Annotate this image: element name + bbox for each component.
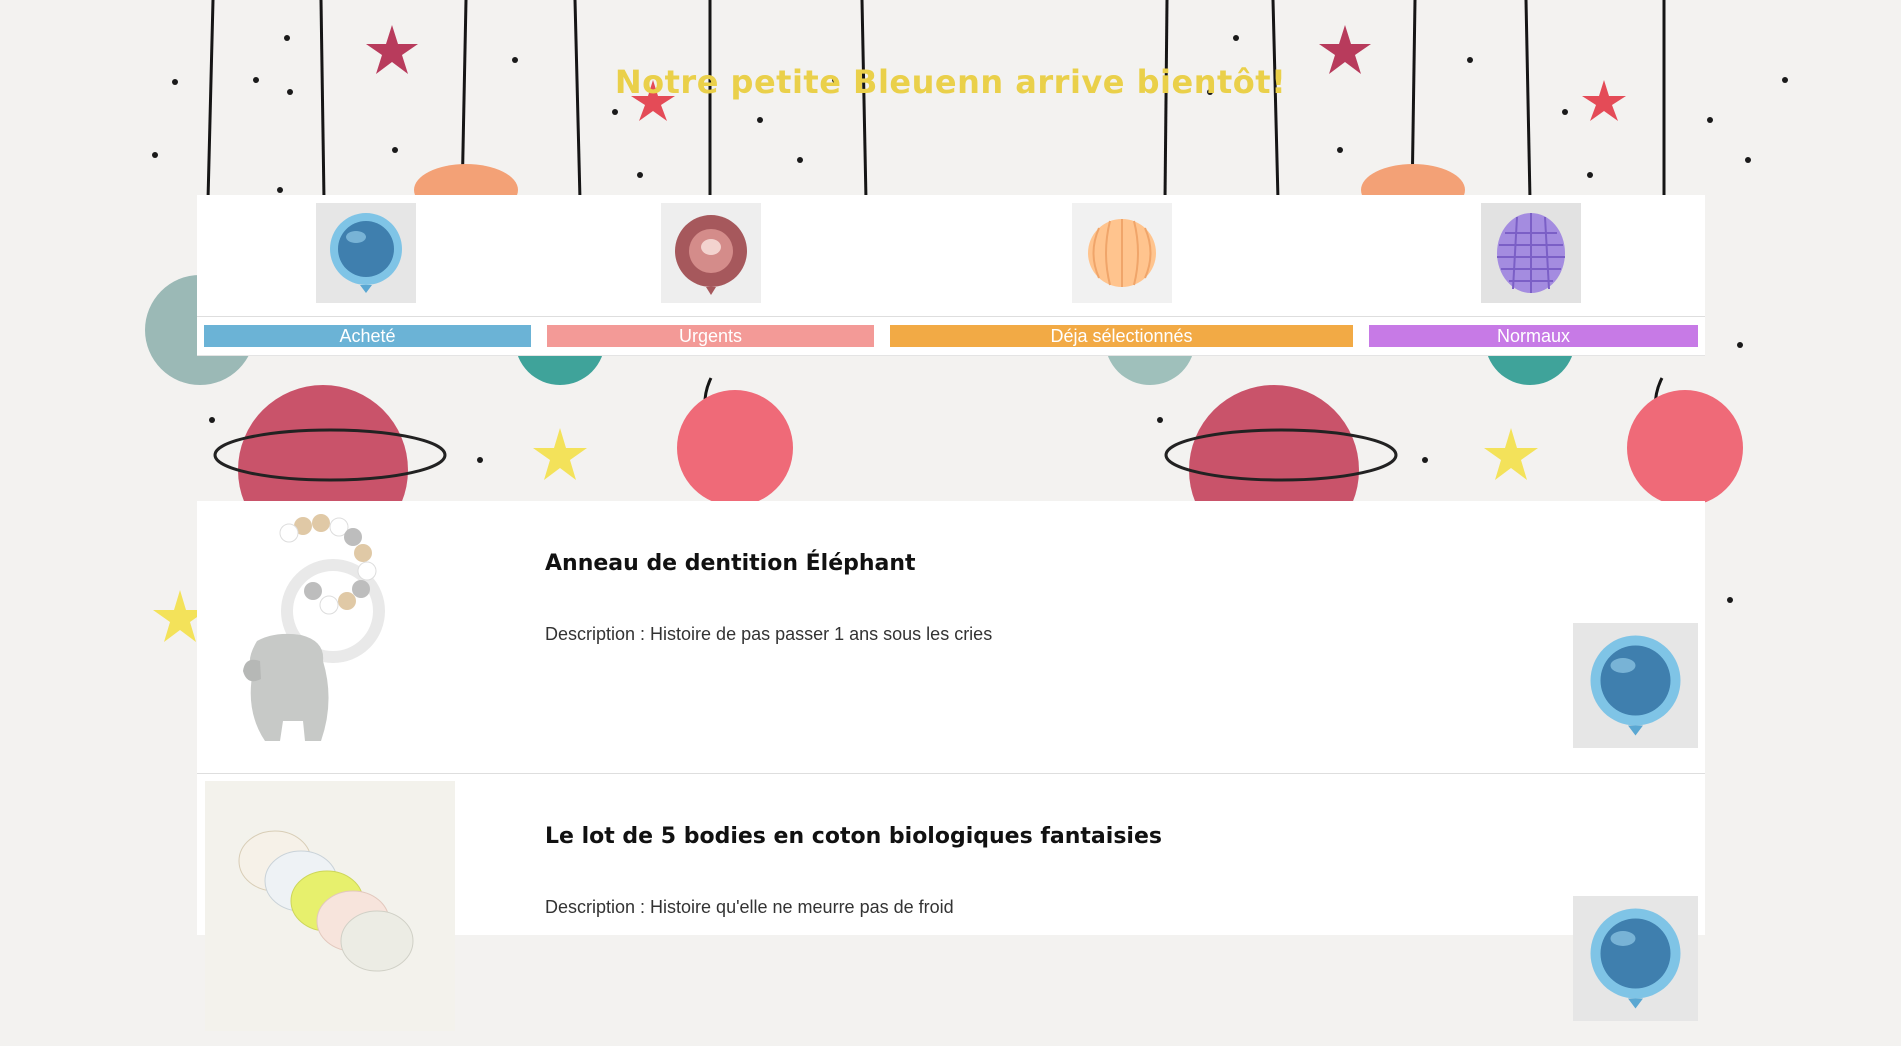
blue-balloon-icon — [1573, 623, 1698, 748]
category-urgents-label: Urgents — [547, 325, 874, 347]
list-item[interactable]: Anneau de dentition Éléphant Description… — [197, 501, 1705, 774]
gift-list: Anneau de dentition Éléphant Description… — [197, 501, 1705, 1031]
category-achete-label: Acheté — [204, 325, 531, 347]
page-title: Notre petite Bleuenn arrive bientôt! — [614, 63, 1287, 102]
category-normaux[interactable]: Normaux — [1369, 195, 1698, 355]
category-deja-selectionnes[interactable]: Déja sélectionnés — [890, 195, 1353, 355]
peach-honeycomb-icon — [1072, 203, 1172, 303]
item-description: Description : Histoire qu'elle ne meurre… — [545, 897, 954, 917]
item-name: Anneau de dentition Éléphant — [545, 551, 916, 576]
category-normaux-label: Normaux — [1369, 325, 1698, 347]
list-item[interactable]: Le lot de 5 bodies en coton biologiques … — [197, 774, 1705, 1046]
category-urgents[interactable]: Urgents — [547, 195, 874, 355]
item-description: Description : Histoire de pas passer 1 a… — [545, 624, 993, 644]
bodies-set-image — [205, 781, 455, 1031]
purple-honeycomb-icon — [1481, 203, 1581, 303]
category-deja-selectionnes-label: Déja sélectionnés — [890, 325, 1353, 347]
item-name: Le lot de 5 bodies en coton biologiques … — [545, 824, 1162, 849]
blue-balloon-icon — [316, 203, 416, 303]
rose-gold-balloon-icon — [661, 203, 761, 303]
elephant-teether-image — [205, 511, 455, 761]
category-achete[interactable]: Acheté — [204, 195, 531, 355]
blue-balloon-icon — [1573, 896, 1698, 1021]
category-filter-bar: Acheté Urgents Déja sélectionnés Normaux — [197, 195, 1705, 356]
